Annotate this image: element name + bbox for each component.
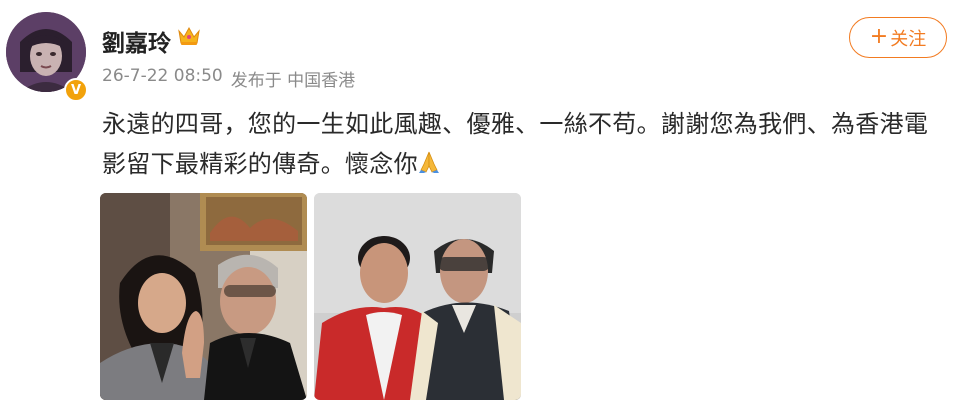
post-time: 26-7-22 08:50: [102, 66, 223, 86]
photo-1-image: [100, 193, 307, 400]
post-source: 发布于 中国香港: [230, 71, 356, 91]
verified-badge-icon: V: [64, 78, 88, 102]
plus-icon: +: [869, 23, 889, 49]
post-text-content: 永遠的四哥，您的一生如此風趣、優雅、一絲不苟。謝謝您為我們、為香港電影留下最精彩…: [102, 110, 929, 178]
post-photo-1[interactable]: [100, 193, 307, 400]
post-meta: 26-7-22 08:50 发布于 中国香港: [102, 66, 355, 91]
photo-2-image: [314, 193, 521, 400]
follow-label: 关注: [890, 28, 927, 50]
folded-hands-icon: [418, 151, 439, 173]
post-text: 永遠的四哥，您的一生如此風趣、優雅、一絲不苟。謝謝您為我們、為香港電影留下最精彩…: [102, 104, 952, 184]
post-photo-2[interactable]: [314, 193, 521, 400]
username[interactable]: 劉嘉玲: [102, 24, 171, 58]
follow-button[interactable]: + 关注: [849, 17, 947, 58]
crown-icon: [178, 26, 200, 45]
